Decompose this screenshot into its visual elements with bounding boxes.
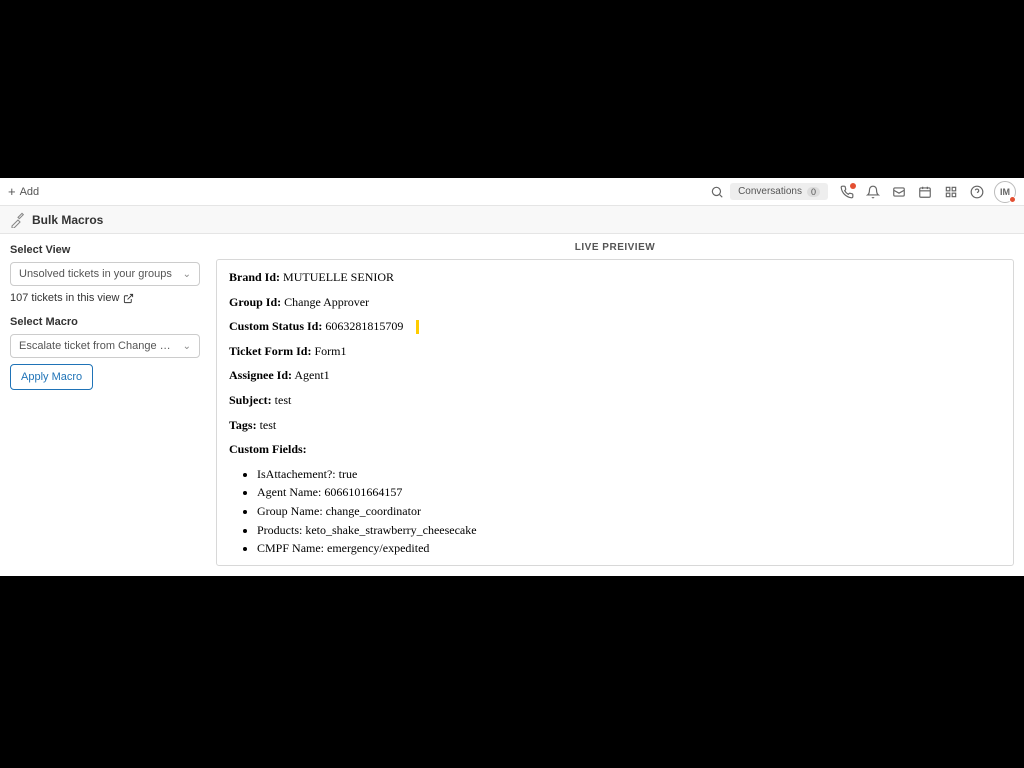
page-header: Bulk Macros: [0, 206, 1024, 234]
macros-icon: [10, 212, 26, 228]
plus-icon: +: [8, 185, 16, 198]
calendar-icon[interactable]: [912, 179, 938, 205]
tickets-in-view-text: 107 tickets in this view: [10, 292, 119, 304]
apps-icon[interactable]: [938, 179, 964, 205]
conversations-button[interactable]: Conversations 0: [730, 183, 828, 200]
app-window: + Add Conversations 0: [0, 178, 1024, 576]
brand-id-value: MUTUELLE SENIOR: [283, 270, 394, 284]
external-link-icon: [123, 293, 134, 304]
select-macro-label: Select Macro: [10, 316, 200, 328]
custom-fields-list: IsAttachement?: true Agent Name: 6066101…: [229, 465, 1001, 558]
inbox-icon[interactable]: [886, 179, 912, 205]
list-item: IsAttachement?: true: [257, 465, 1001, 484]
presence-dot: [1009, 196, 1016, 203]
preview-panel[interactable]: Brand Id: MUTUELLE SENIOR Group Id: Chan…: [216, 259, 1014, 566]
avatar[interactable]: IM: [994, 181, 1016, 203]
group-id-value: Change Approver: [284, 295, 369, 309]
custom-status-id-label: Custom Status Id:: [229, 319, 322, 333]
add-button[interactable]: + Add: [8, 185, 39, 198]
macro-dropdown[interactable]: Escalate ticket from Change Manager to C…: [10, 334, 200, 358]
custom-fields-label: Custom Fields:: [229, 442, 307, 456]
phone-icon[interactable]: [834, 179, 860, 205]
body: Select View Unsolved tickets in your gro…: [0, 234, 1024, 576]
ticket-form-id-label: Ticket Form Id:: [229, 344, 311, 358]
macro-dropdown-value: Escalate ticket from Change Manager to C…: [19, 340, 179, 352]
custom-status-id-value: 6063281815709: [325, 319, 403, 333]
chevron-down-icon: ⌄: [183, 341, 191, 352]
page-title: Bulk Macros: [32, 213, 103, 227]
list-item: Agent Name: 6066101664157: [257, 483, 1001, 502]
list-item: Group Name: change_coordinator: [257, 502, 1001, 521]
conversations-label: Conversations: [738, 186, 802, 197]
apply-macro-button[interactable]: Apply Macro: [10, 364, 93, 390]
brand-id-label: Brand Id:: [229, 270, 280, 284]
bell-icon[interactable]: [860, 179, 886, 205]
notification-dot: [850, 183, 856, 189]
tags-label: Tags:: [229, 418, 257, 432]
tickets-in-view-link[interactable]: 107 tickets in this view: [10, 292, 200, 304]
group-id-label: Group Id:: [229, 295, 281, 309]
top-icons: Conversations 0 IM: [704, 179, 1016, 205]
view-dropdown-value: Unsolved tickets in your groups: [19, 268, 172, 280]
chevron-down-icon: ⌄: [183, 269, 191, 280]
search-icon[interactable]: [704, 179, 730, 205]
assignee-id-value: Agent1: [294, 368, 329, 382]
avatar-initials: IM: [1000, 187, 1010, 197]
list-item: Products: keto_shake_strawberry_cheeseca…: [257, 521, 1001, 540]
ticket-form-id-value: Form1: [314, 344, 346, 358]
add-label: Add: [20, 186, 40, 198]
live-preview-title: LIVE PREIVIEW: [216, 242, 1014, 253]
apply-macro-label: Apply Macro: [21, 371, 82, 383]
assignee-id-label: Assignee Id:: [229, 368, 292, 382]
help-icon[interactable]: [964, 179, 990, 205]
main: LIVE PREIVIEW Brand Id: MUTUELLE SENIOR …: [210, 234, 1024, 576]
select-view-label: Select View: [10, 244, 200, 256]
text-caret: [417, 321, 418, 333]
subject-value: test: [275, 393, 292, 407]
tags-value: test: [260, 418, 277, 432]
view-dropdown[interactable]: Unsolved tickets in your groups ⌄: [10, 262, 200, 286]
list-item: CMPF Name: emergency/expedited: [257, 539, 1001, 558]
conversations-count: 0: [807, 187, 820, 197]
subject-label: Subject:: [229, 393, 272, 407]
top-toolbar: + Add Conversations 0: [0, 178, 1024, 206]
sidebar: Select View Unsolved tickets in your gro…: [0, 234, 210, 576]
